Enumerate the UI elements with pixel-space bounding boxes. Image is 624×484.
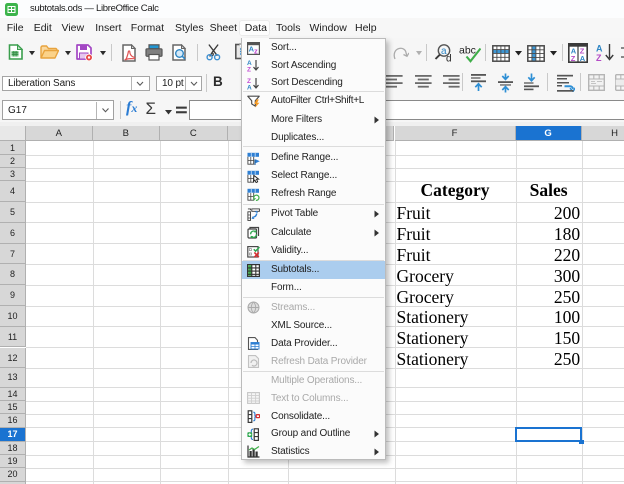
svg-text:A: A xyxy=(596,44,603,54)
svg-text:d: d xyxy=(446,54,452,64)
svg-text:Z: Z xyxy=(596,53,602,62)
svg-text:z: z xyxy=(254,46,258,55)
svg-text:A: A xyxy=(247,84,252,90)
svg-text:Z: Z xyxy=(571,54,576,63)
svg-text:Z: Z xyxy=(247,67,251,73)
svg-text:abc: abc xyxy=(459,45,476,57)
svg-text:A: A xyxy=(580,54,586,63)
